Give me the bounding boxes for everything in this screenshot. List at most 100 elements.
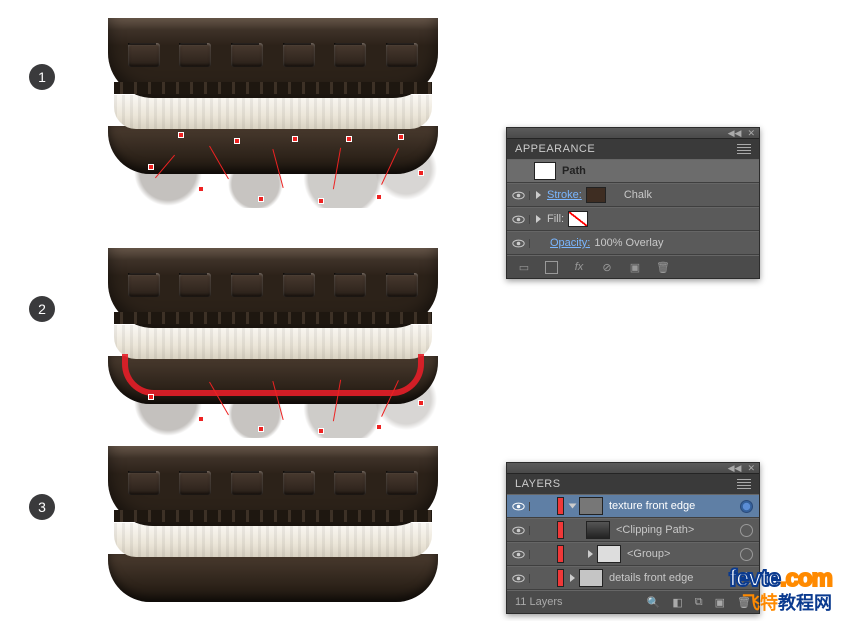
no-selection-icon[interactable]: ▭: [517, 260, 531, 274]
appearance-fill-row[interactable]: Fill:: [507, 207, 759, 231]
cookie-top: [108, 446, 438, 526]
anchor[interactable]: [198, 186, 204, 192]
appearance-panel: ◀◀ ✕ APPEARANCE Path Stroke: Chalk Fill:: [506, 127, 760, 279]
appearance-stroke-row[interactable]: Stroke: Chalk: [507, 183, 759, 207]
panel-tab[interactable]: LAYERS: [507, 473, 759, 494]
cookie-pattern: [118, 36, 428, 74]
anchor[interactable]: [318, 428, 324, 434]
stroke-label[interactable]: Stroke:: [547, 189, 582, 201]
cookie-cream: [114, 523, 432, 557]
layer-count: 11 Layers: [515, 596, 635, 608]
object-thumb: [534, 162, 556, 180]
panel-titlebar[interactable]: ◀◀ ✕: [507, 463, 759, 473]
expand-icon[interactable]: [569, 504, 577, 509]
stroke-swatch[interactable]: [586, 187, 606, 203]
layer-thumb: [597, 545, 621, 563]
layer-thumb: [586, 521, 610, 539]
collapse-icon[interactable]: ◀◀: [728, 128, 742, 139]
visibility-toggle[interactable]: [507, 550, 530, 559]
anchor[interactable]: [376, 194, 382, 200]
expand-icon[interactable]: [536, 215, 541, 223]
anchor[interactable]: [346, 136, 352, 142]
visibility-toggle[interactable]: [507, 574, 530, 583]
duplicate-icon[interactable]: ▣: [628, 260, 642, 274]
close-icon[interactable]: ✕: [747, 128, 755, 139]
fill-swatch[interactable]: [568, 211, 588, 227]
cookie-bottom: [108, 554, 438, 602]
step-badge-2: 2: [29, 296, 55, 322]
anchor[interactable]: [258, 196, 264, 202]
layer-row-clippath[interactable]: <Clipping Path>: [507, 518, 759, 542]
step-badge-3: 3: [29, 494, 55, 520]
expand-icon[interactable]: [536, 191, 541, 199]
locate-icon[interactable]: 🔍: [647, 596, 661, 609]
fill-label: Fill:: [547, 213, 564, 225]
delete-icon[interactable]: 🗑: [656, 260, 670, 274]
layer-row-details[interactable]: details front edge: [507, 566, 759, 590]
step-badge-1: 1: [29, 64, 55, 90]
visibility-toggle[interactable]: [507, 215, 530, 224]
opacity-value: 100% Overlay: [594, 237, 759, 249]
expand-icon[interactable]: [570, 574, 575, 582]
visibility-toggle[interactable]: [507, 191, 530, 200]
cookie-top: [108, 18, 438, 98]
color-strip: [557, 497, 564, 515]
close-icon[interactable]: ✕: [747, 463, 755, 474]
layers-footer: 11 Layers 🔍 ◧ ⧉ ▣ 🗑: [507, 590, 759, 613]
layer-name[interactable]: <Clipping Path>: [616, 524, 740, 536]
opacity-label[interactable]: Opacity:: [550, 237, 590, 249]
cookie-ridge: [114, 82, 432, 94]
anchor[interactable]: [376, 424, 382, 430]
anchor[interactable]: [398, 134, 404, 140]
expand-icon[interactable]: [588, 550, 593, 558]
color-strip: [557, 545, 564, 563]
new-art-icon[interactable]: [545, 261, 558, 274]
anchor[interactable]: [418, 400, 424, 406]
visibility-toggle[interactable]: [507, 526, 530, 535]
panel-tab[interactable]: APPEARANCE: [507, 138, 759, 159]
new-layer-icon[interactable]: ▣: [715, 596, 725, 609]
cookie-top: [108, 248, 438, 328]
target-icon[interactable]: [740, 500, 753, 513]
panel-title: APPEARANCE: [515, 143, 595, 155]
anchor[interactable]: [418, 170, 424, 176]
target-icon[interactable]: [740, 548, 753, 561]
cookie-step2: [108, 248, 438, 413]
cookie-cream: [114, 325, 432, 359]
anchor[interactable]: [318, 198, 324, 204]
anchor[interactable]: [292, 136, 298, 142]
layer-row-texture[interactable]: texture front edge: [507, 494, 759, 518]
cookie-step1: [108, 18, 438, 183]
object-label: Path: [562, 165, 759, 177]
appearance-object-row[interactable]: Path: [507, 159, 759, 183]
layer-name[interactable]: <Group>: [627, 548, 740, 560]
layer-thumb: [579, 497, 603, 515]
appearance-opacity-row[interactable]: Opacity: 100% Overlay: [507, 231, 759, 255]
watermark: fevte.com 飞特教程网: [729, 565, 832, 615]
visibility-toggle[interactable]: [507, 239, 530, 248]
fx-icon[interactable]: fx: [572, 260, 586, 274]
anchor[interactable]: [258, 426, 264, 432]
color-strip: [557, 521, 564, 539]
layer-name[interactable]: texture front edge: [609, 500, 740, 512]
color-strip: [557, 569, 564, 587]
panel-menu-icon[interactable]: [737, 479, 751, 489]
collapse-icon[interactable]: ◀◀: [728, 463, 742, 474]
cookie-step3: [108, 446, 438, 611]
appearance-footer: ▭ fx ⊘ ▣ 🗑: [507, 255, 759, 278]
anchor[interactable]: [198, 416, 204, 422]
anchor[interactable]: [148, 394, 154, 400]
anchor[interactable]: [234, 138, 240, 144]
clear-icon[interactable]: ⊘: [600, 260, 614, 274]
target-icon[interactable]: [740, 524, 753, 537]
anchor[interactable]: [148, 164, 154, 170]
panel-titlebar[interactable]: ◀◀ ✕: [507, 128, 759, 138]
panel-menu-icon[interactable]: [737, 144, 751, 154]
new-sublayer-icon[interactable]: ⧉: [695, 596, 703, 609]
visibility-toggle[interactable]: [507, 502, 530, 511]
layer-row-group[interactable]: <Group>: [507, 542, 759, 566]
layer-name[interactable]: details front edge: [609, 572, 740, 584]
layer-thumb: [579, 569, 603, 587]
make-clip-icon[interactable]: ◧: [672, 596, 682, 609]
anchor[interactable]: [178, 132, 184, 138]
